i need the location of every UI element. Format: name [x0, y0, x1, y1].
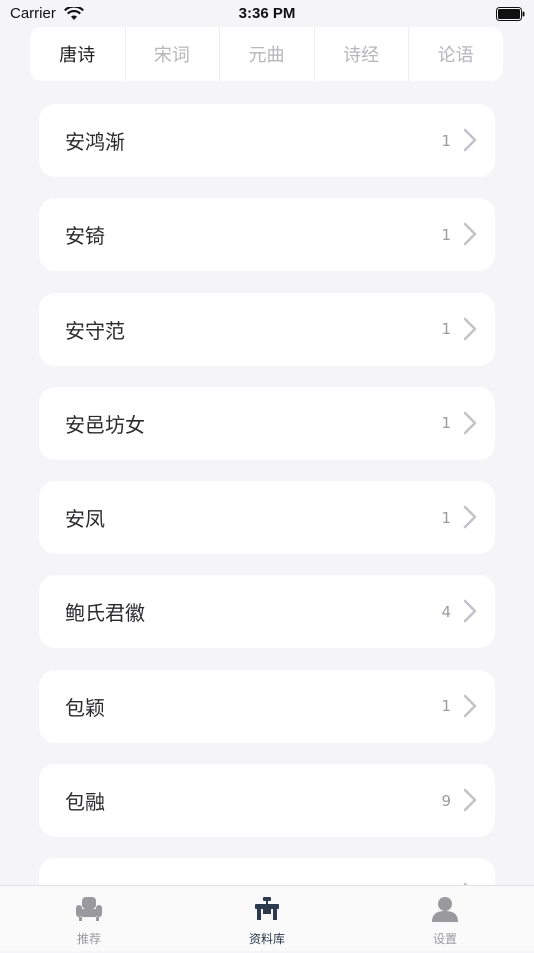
poem-count: 1: [441, 320, 451, 339]
author-name: 安守范: [65, 318, 125, 343]
desk-icon: [253, 886, 281, 926]
author-name: 安鸿渐: [65, 130, 125, 154]
battery-icon: [496, 6, 526, 25]
chevron-right-icon: [463, 222, 477, 250]
tab-library[interactable]: 资料库: [178, 886, 356, 951]
list-item[interactable]: 安鸿渐 1: [39, 104, 495, 177]
chevron-right-icon: [463, 505, 477, 533]
list-item[interactable]: 安邑坊女 1: [39, 386, 495, 460]
poem-count: 1: [441, 131, 451, 150]
list-item[interactable]: 包颖 1: [39, 669, 495, 743]
author-name: 安锜: [65, 224, 105, 249]
chevron-right-icon: [463, 599, 477, 627]
armchair-icon: [75, 886, 103, 926]
list-item[interactable]: 安守范 1: [39, 292, 495, 366]
tab-tangshi[interactable]: 唐诗: [30, 27, 125, 81]
chevron-right-icon: [463, 788, 477, 816]
author-name: 包颖: [65, 695, 105, 720]
poem-count: 4: [441, 602, 451, 621]
tab-settings[interactable]: 设置: [356, 886, 534, 951]
tab-label: 推荐: [76, 932, 101, 946]
poem-count: 1: [441, 697, 451, 716]
tab-yuanqu[interactable]: 元曲: [219, 27, 314, 81]
list-item[interactable]: 安锜 1: [39, 198, 495, 272]
list-item[interactable]: 包融 9: [39, 764, 495, 838]
clock: 3:36 PM: [238, 5, 296, 22]
status-bar: Carrier 3:36 PM: [0, 0, 534, 28]
chevron-right-icon: [463, 411, 477, 439]
tab-recommend[interactable]: 推荐: [0, 886, 178, 951]
poem-count: 1: [441, 414, 451, 433]
author-list: 安鸿渐 1 安锜 1 安守范 1 安邑坊女 1 安凤 1 鲍氏君徽 4 包颖 1…: [39, 104, 495, 953]
bottom-tab-bar: 推荐 资料库 设置: [0, 885, 534, 951]
poem-count: 1: [441, 508, 451, 527]
tab-songci[interactable]: 宋词: [124, 27, 220, 81]
list-item[interactable]: 安凤 1: [39, 481, 495, 555]
list-item[interactable]: 鲍氏君徽 4: [39, 575, 495, 649]
tab-lunyu[interactable]: 论语: [408, 27, 503, 81]
author-name: 鲍氏君徽: [65, 601, 145, 626]
category-tabs: 唐诗 宋词 元曲 诗经 论语: [30, 27, 503, 81]
author-name: 包融: [65, 790, 105, 815]
tab-shijing[interactable]: 诗经: [313, 27, 409, 81]
tab-label: 资料库: [248, 932, 285, 946]
chevron-right-icon: [463, 694, 477, 722]
author-name: 安邑坊女: [65, 412, 145, 437]
poem-count: 1: [441, 225, 451, 244]
author-name: 安凤: [65, 507, 105, 532]
person-icon: [431, 886, 459, 926]
chevron-right-icon: [463, 128, 477, 156]
poem-count: 9: [441, 791, 451, 810]
tab-label: 设置: [432, 932, 457, 946]
chevron-right-icon: [463, 317, 477, 345]
